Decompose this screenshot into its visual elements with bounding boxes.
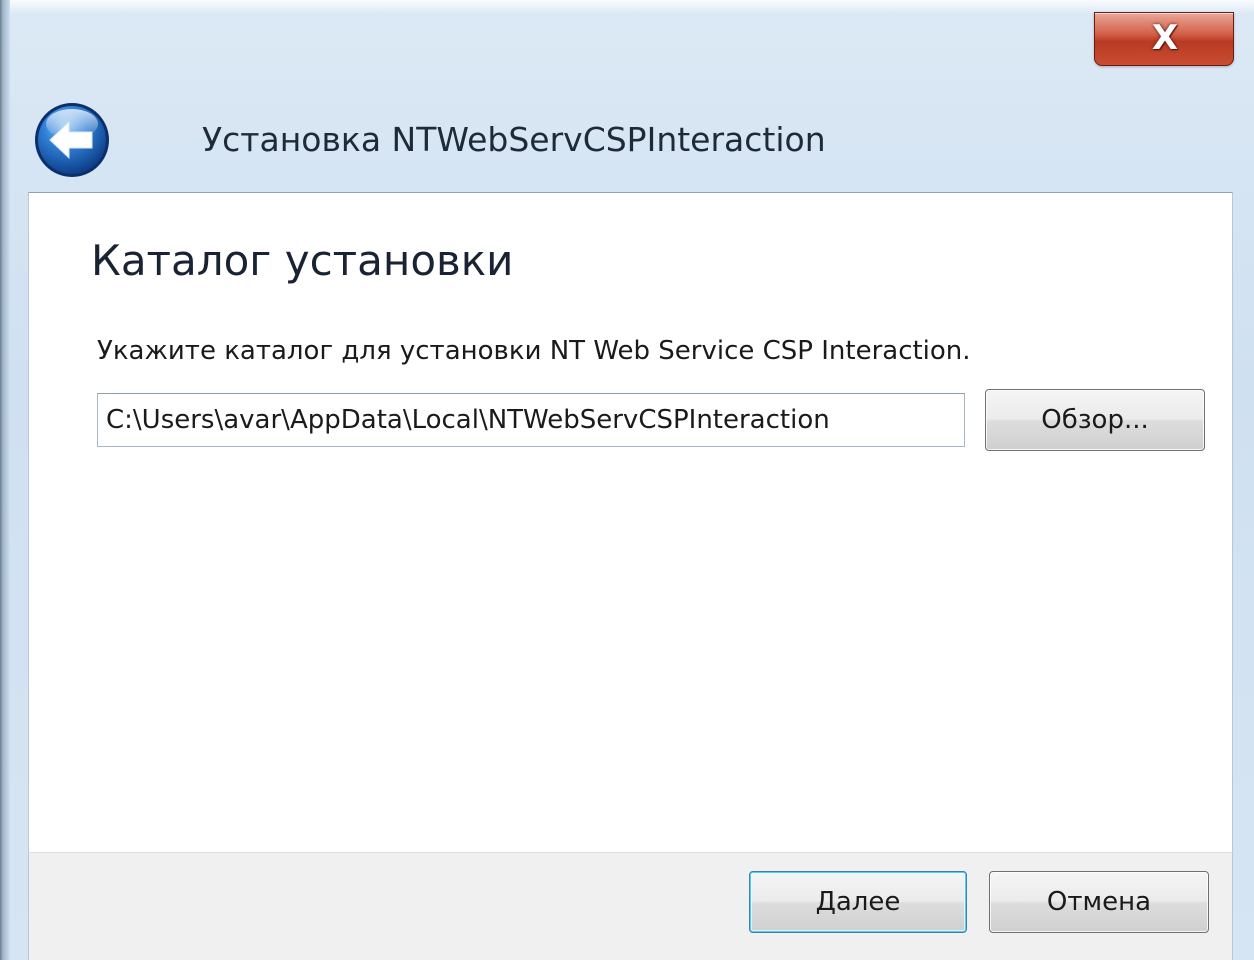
window-title: Установка NTWebServCSPInteraction [202,120,826,159]
window-frame-edge [0,0,10,960]
instruction-text: Укажите каталог для установки NT Web Ser… [97,336,971,366]
window-frame-top [10,0,1254,14]
cancel-button[interactable]: Отмена [989,871,1209,933]
install-path-input[interactable] [97,393,965,447]
content-panel: Каталог установки Укажите каталог для ус… [28,192,1233,852]
footer-bar: Далее Отмена [28,852,1233,960]
installer-window: X Установка NTWebServCSPInteraction Ката… [0,0,1254,960]
back-arrow-icon [35,103,109,177]
close-button[interactable]: X [1094,12,1234,66]
next-button[interactable]: Далее [749,871,967,933]
back-button[interactable] [32,100,112,180]
browse-button[interactable]: Обзор... [985,389,1205,451]
close-icon: X [1151,18,1179,58]
page-title: Каталог установки [91,236,514,285]
